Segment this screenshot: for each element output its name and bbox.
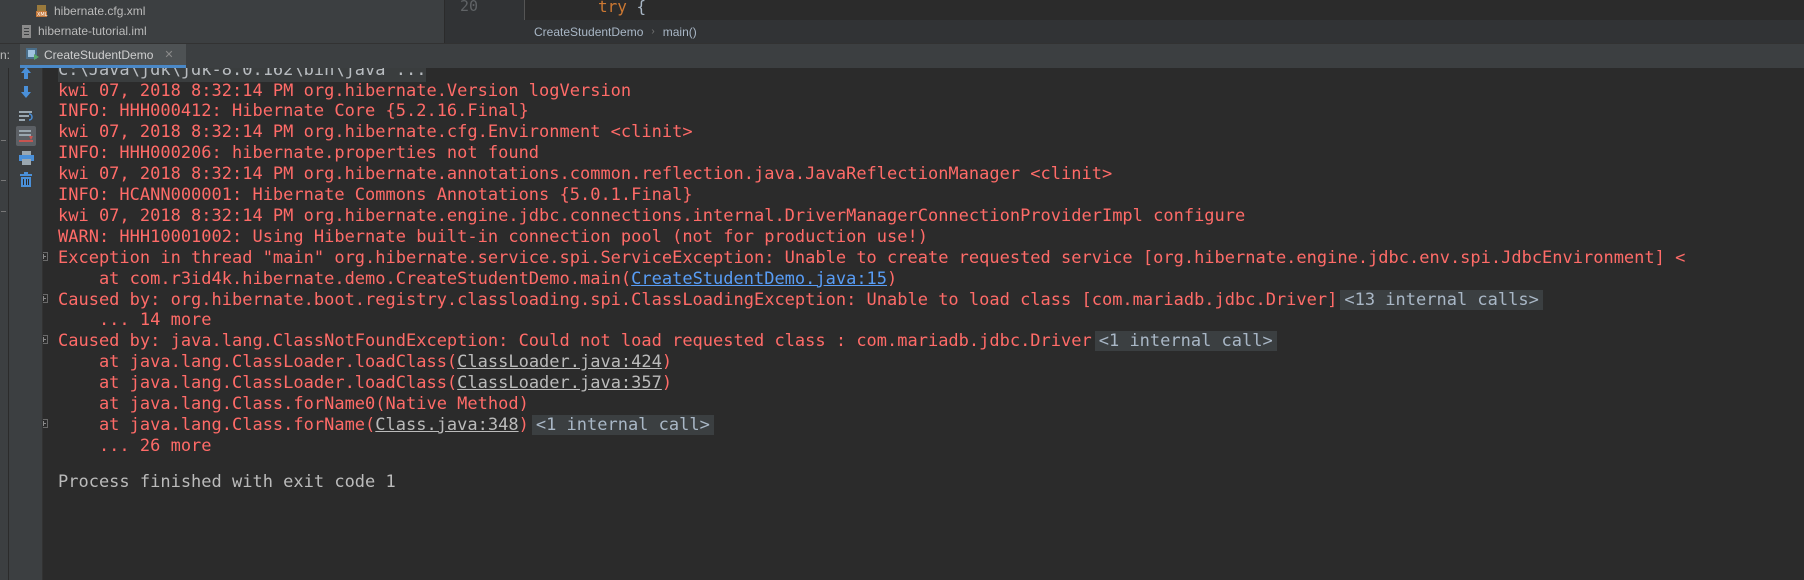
- internal-calls-badge[interactable]: <1 internal call>: [531, 414, 714, 435]
- line-text: kwi 07, 2018 8:32:14 PM org.hibernate.cf…: [58, 122, 693, 143]
- line-text-suffix: ): [661, 352, 673, 373]
- line-text: INFO: HHH000412: Hibernate Core {5.2.16.…: [58, 101, 529, 122]
- svg-text:XML: XML: [37, 12, 48, 18]
- code-line[interactable]: try {: [598, 0, 646, 16]
- line-text: INFO: HCANN000001: Hibernate Commons Ann…: [58, 185, 693, 205]
- tab-create-student-demo[interactable]: CreateStudentDemo ✕: [20, 44, 186, 68]
- expand-fold-icon[interactable]: [43, 251, 48, 261]
- print-icon[interactable]: [16, 148, 36, 168]
- line-text: Exception in thread "main" org.hibernate…: [58, 247, 1686, 268]
- line-text: kwi 07, 2018 8:32:14 PM org.hibernate.an…: [58, 164, 1113, 185]
- expand-fold-icon[interactable]: [43, 335, 48, 345]
- trash-icon[interactable]: [16, 169, 36, 189]
- console-output[interactable]: C:\Java\jdk\jdk-8.0.162\bin\java ... kwi…: [43, 68, 1804, 580]
- tool-window-strip: [0, 68, 9, 580]
- console-line-text: Caused by: org.hibernate.boot.registry.c…: [58, 288, 1543, 312]
- run-config-icon: [26, 47, 39, 63]
- line-text: at com.r3id4k.hibernate.demo.CreateStude…: [58, 268, 632, 289]
- breadcrumb-method[interactable]: main(): [663, 25, 697, 39]
- project-file-iml[interactable]: hibernate-tutorial.iml: [20, 24, 147, 38]
- strip-marker: [1, 180, 6, 181]
- run-tool-window-header: n: CreateStudentDemo ✕: [0, 43, 1804, 69]
- tab-title: CreateStudentDemo: [44, 47, 154, 62]
- close-icon[interactable]: ✕: [164, 48, 173, 61]
- line-text: kwi 07, 2018 8:32:14 PM org.hibernate.Ve…: [58, 80, 632, 101]
- down-arrow-icon[interactable]: [16, 82, 36, 102]
- breadcrumb-separator-icon: ›: [651, 26, 655, 37]
- internal-calls-badge[interactable]: <13 internal calls>: [1340, 289, 1543, 310]
- strip-marker: [1, 140, 6, 141]
- internal-calls-badge[interactable]: <1 internal call>: [1094, 331, 1277, 352]
- line-text: WARN: HHH10001002: Using Hibernate built…: [58, 226, 928, 247]
- console-line-text: ... 26 more: [58, 434, 212, 458]
- stacktrace-link[interactable]: CreateStudentDemo.java:15: [631, 269, 887, 289]
- run-label: n:: [0, 48, 11, 62]
- code-text: {: [626, 0, 647, 16]
- line-text: at java.lang.Class.forName(: [58, 414, 376, 435]
- line-text-suffix: ): [887, 268, 898, 289]
- exit-message: Process finished with exit code 1: [58, 472, 396, 492]
- code-editor[interactable]: 20 try {: [452, 0, 1804, 20]
- breadcrumb-class[interactable]: CreateStudentDemo: [534, 25, 643, 39]
- console-exit-line: Process finished with exit code 1: [43, 470, 396, 494]
- line-number: 20: [460, 0, 479, 15]
- code-keyword: try: [598, 0, 627, 16]
- module-file-icon: [20, 24, 33, 38]
- line-text: INFO: HHH000206: hibernate.properties no…: [58, 143, 540, 164]
- soft-wrap-icon[interactable]: [16, 106, 36, 126]
- run-toolbar: [9, 67, 43, 580]
- line-text: kwi 07, 2018 8:32:14 PM org.hibernate.en…: [58, 205, 1246, 226]
- top-area: XML hibernate.cfg.xml hibernate-tutorial…: [0, 0, 1804, 43]
- project-file-label: hibernate-tutorial.iml: [38, 24, 147, 38]
- project-tree: XML hibernate.cfg.xml hibernate-tutorial…: [0, 0, 444, 43]
- breadcrumb: CreateStudentDemo › main(): [452, 20, 1804, 43]
- line-text: ... 26 more: [58, 435, 212, 456]
- project-file-label: hibernate.cfg.xml: [54, 4, 146, 18]
- scroll-to-end-icon[interactable]: [16, 126, 36, 146]
- stacktrace-link[interactable]: ClassLoader.java:424: [457, 352, 662, 372]
- line-text-suffix: ): [518, 414, 529, 435]
- line-text-suffix: ): [661, 373, 673, 394]
- stacktrace-link[interactable]: Class.java:348: [375, 415, 518, 435]
- stacktrace-link[interactable]: ClassLoader.java:357: [457, 373, 662, 393]
- editor-gutter: 20: [452, 0, 525, 20]
- expand-fold-icon[interactable]: [43, 293, 48, 303]
- line-text: ... 14 more: [58, 310, 212, 331]
- line-text: at java.lang.ClassLoader.loadClass(: [58, 352, 458, 373]
- line-text: Caused by: java.lang.ClassNotFoundExcept…: [58, 331, 1092, 352]
- line-text: Caused by: org.hibernate.boot.registry.c…: [58, 289, 1338, 310]
- xml-file-icon: XML: [36, 4, 49, 18]
- project-file-hibernate-cfg[interactable]: XML hibernate.cfg.xml: [36, 4, 145, 18]
- up-arrow-icon[interactable]: [16, 63, 36, 83]
- strip-marker: [1, 211, 6, 212]
- line-text: at java.lang.Class.forName0(Native Metho…: [58, 394, 529, 414]
- expand-fold-icon[interactable]: [43, 418, 48, 428]
- line-text: at java.lang.ClassLoader.loadClass(: [58, 373, 458, 394]
